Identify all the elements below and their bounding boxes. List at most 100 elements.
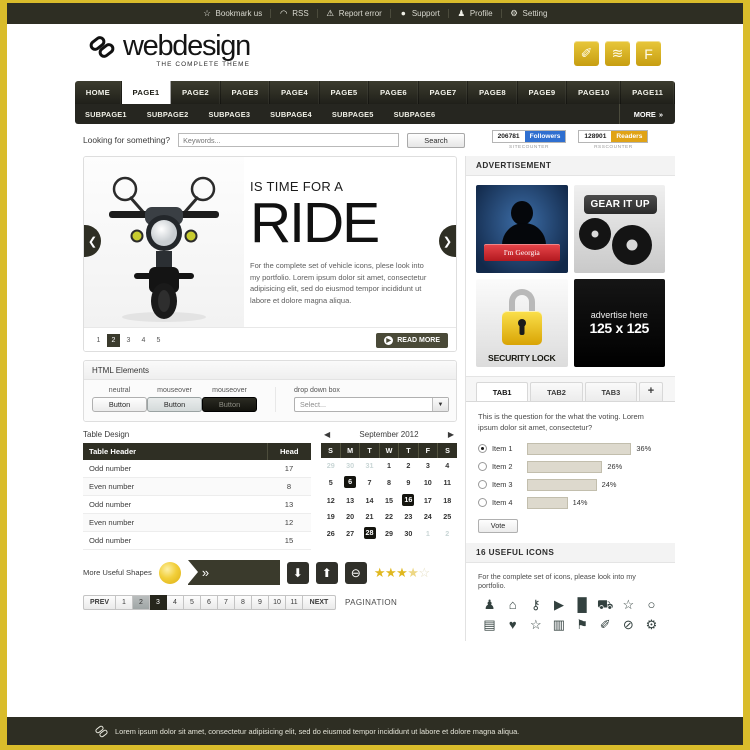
ban-icon[interactable]: ⊘ [617,618,640,631]
topbar-item-0[interactable]: ☆ Bookmark us [195,9,272,18]
calendar-day[interactable]: 25 [438,509,457,524]
calendar-day[interactable]: 28 [360,524,379,542]
demo-button-hover[interactable]: Button [147,397,202,412]
tab-tab1[interactable]: TAB1 [476,382,529,401]
calendar-day[interactable]: 30 [399,524,418,542]
calendar-day[interactable]: 30 [340,458,359,473]
nav-more-button[interactable]: MORE » [618,104,675,124]
calendar-day[interactable]: 9 [399,473,418,491]
trash-icon[interactable]: ⛟ [594,598,617,611]
vote-button[interactable]: Vote [478,518,518,533]
calendar-day[interactable]: 14 [360,491,379,509]
star-full-icon[interactable]: ★ [385,565,397,581]
nav-item-page2[interactable]: PAGE2 [171,81,221,104]
topbar-item-4[interactable]: ♟ Profile [449,9,502,18]
poll-radio[interactable] [478,498,487,507]
calendar-day[interactable]: 15 [379,491,398,509]
nav-item-page1[interactable]: PAGE1 [121,81,172,104]
heart-icon[interactable]: ♥ [501,618,524,631]
subnav-item-subpage1[interactable]: SUBPAGE1 [75,110,137,119]
add-tab-button[interactable]: + [638,382,663,401]
calendar-day[interactable]: 1 [418,524,437,542]
calendar-day[interactable]: 19 [321,509,340,524]
star-icon[interactable]: ☆ [617,598,640,611]
pagination-page-5[interactable]: 5 [184,595,201,610]
pagination-page-9[interactable]: 9 [252,595,269,610]
pagination-prev[interactable]: PREV [83,595,116,610]
twitter-button[interactable]: ✐ [574,41,599,66]
ad-security-lock[interactable]: SECURITY LOCK [476,279,568,367]
calendar-day[interactable]: 2 [438,524,457,542]
star-half-icon[interactable]: ★ [407,565,419,581]
calendar-day[interactable]: 13 [340,491,359,509]
subnav-item-subpage6[interactable]: SUBPAGE6 [384,110,446,119]
subnav-item-subpage2[interactable]: SUBPAGE2 [137,110,199,119]
pagination-page-11[interactable]: 11 [286,595,303,610]
ad-im-georgia[interactable]: I'm Georgia [476,185,568,273]
bar-chart-icon[interactable]: █ [571,598,594,611]
gear-icon[interactable]: ⚙ [640,618,663,631]
calendar-day[interactable]: 6 [340,473,359,491]
pagination-page-6[interactable]: 6 [201,595,218,610]
video-camera-icon[interactable]: ▶ [547,598,570,611]
calendar-day[interactable]: 29 [379,524,398,542]
calendar-day[interactable]: 18 [438,491,457,509]
key-icon[interactable]: ⚷ [524,598,547,611]
calendar-prev-button[interactable]: ◀ [321,430,333,439]
nav-item-page5[interactable]: PAGE5 [320,81,370,104]
poll-radio[interactable] [478,444,487,453]
site-logo[interactable]: webdesign THE COMPLETE THEME [87,32,251,68]
poll-radio[interactable] [478,462,487,471]
calendar-next-button[interactable]: ▶ [445,430,457,439]
nav-item-page4[interactable]: PAGE4 [270,81,320,104]
star-empty-icon[interactable]: ☆ [418,565,430,581]
calendar-day[interactable]: 11 [438,473,457,491]
calendar-day[interactable]: 3 [418,458,437,473]
poll-item-2[interactable]: Item 2 26% [478,460,663,473]
calendar-day[interactable]: 27 [340,524,359,542]
search-input[interactable] [178,133,399,147]
compass-icon[interactable]: ○ [640,598,663,611]
nav-item-page7[interactable]: PAGE7 [419,81,469,104]
calendar-day[interactable]: 1 [379,458,398,473]
calendar-day[interactable]: 8 [379,473,398,491]
arrow-down-icon[interactable]: ⬇ [286,561,309,584]
ad-gear-it-up[interactable]: GEAR IT UP [573,185,665,273]
rss-button[interactable]: ≋ [605,41,630,66]
slider-dot-1[interactable]: 1 [92,334,105,347]
calendar-day[interactable]: 23 [399,509,418,524]
pagination-page-8[interactable]: 8 [235,595,252,610]
calendar-day[interactable]: 22 [379,509,398,524]
pagination-page-10[interactable]: 10 [269,595,286,610]
calendar-day[interactable]: 31 [360,458,379,473]
topbar-item-2[interactable]: ⚠ Report error [318,9,391,18]
document-icon[interactable]: ▤ [478,618,501,631]
home-icon[interactable]: ⌂ [501,598,524,611]
subnav-item-subpage4[interactable]: SUBPAGE4 [260,110,322,119]
demo-button-neutral[interactable]: Button [92,397,147,412]
pagination-page-2[interactable]: 2 [133,595,150,610]
poll-item-4[interactable]: Item 4 14% [478,496,663,509]
nav-item-page8[interactable]: PAGE8 [468,81,518,104]
slider-dot-3[interactable]: 3 [122,334,135,347]
nav-item-page10[interactable]: PAGE10 [567,81,622,104]
calendar-day[interactable]: 12 [321,491,340,509]
bird-icon[interactable]: ✐ [594,618,617,631]
topbar-item-5[interactable]: ⚙ Setting [502,9,556,19]
topbar-item-1[interactable]: ◠ RSS [271,9,318,18]
read-more-button[interactable]: ▶ READ MORE [376,333,448,348]
pagination-page-3[interactable]: 3 [150,595,167,610]
calendar-day[interactable]: 26 [321,524,340,542]
pagination-page-1[interactable]: 1 [116,595,133,610]
user-icon[interactable]: ♟ [478,598,501,611]
dropdown-select[interactable]: Select... ▼ [294,397,449,412]
pagination-next[interactable]: NEXT [303,595,336,610]
slider-dot-4[interactable]: 4 [137,334,150,347]
star-full-icon[interactable]: ★ [396,565,408,581]
nav-item-home[interactable]: HOME [75,81,122,104]
nav-item-page6[interactable]: PAGE6 [369,81,419,104]
minus-circle-icon[interactable]: ⊖ [344,561,367,584]
demo-button-dark[interactable]: Button [202,397,257,412]
tab-tab2[interactable]: TAB2 [530,382,583,401]
tab-tab3[interactable]: TAB3 [584,382,637,401]
